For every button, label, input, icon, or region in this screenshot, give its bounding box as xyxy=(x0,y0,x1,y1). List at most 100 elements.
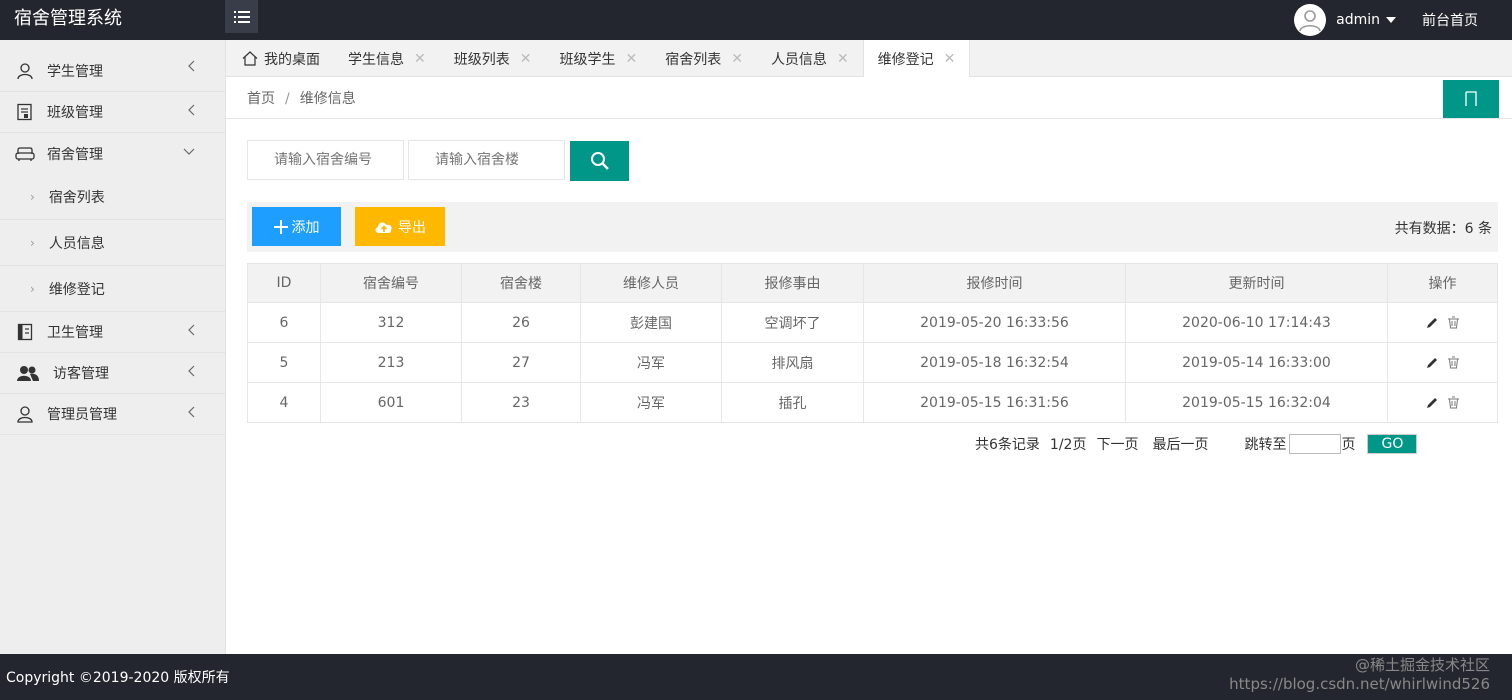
export-button[interactable]: 导出 xyxy=(355,207,445,246)
table-cell: 2019-05-15 16:32:04 xyxy=(1125,382,1388,423)
chevron-down-icon xyxy=(183,148,195,155)
sidebar-item-students[interactable]: 学生管理 xyxy=(0,40,225,92)
tab-class-students[interactable]: 班级学生 ✕ xyxy=(545,40,651,77)
table-cell: 2019-05-18 16:32:54 xyxy=(863,342,1126,383)
tab-repair-register[interactable]: 维修登记 ✕ xyxy=(862,40,971,77)
next-page-link[interactable]: 下一页 xyxy=(1096,434,1138,454)
cloud-upload-icon xyxy=(375,222,392,233)
column-header: 报修时间 xyxy=(863,263,1126,303)
search-button[interactable] xyxy=(570,141,629,181)
chevron-down-icon[interactable] xyxy=(1386,17,1396,23)
row-actions xyxy=(1388,343,1497,382)
row-actions xyxy=(1388,383,1497,422)
sidebar-subitem-label: 人员信息 xyxy=(48,235,105,252)
chevron-left-icon xyxy=(188,104,195,116)
username[interactable]: admin xyxy=(1336,12,1380,28)
close-icon[interactable]: ✕ xyxy=(520,51,532,67)
sidebar-item-label: 学生管理 xyxy=(47,63,103,80)
column-header: 操作 xyxy=(1387,263,1498,303)
tab-class-list[interactable]: 班级列表 ✕ xyxy=(440,40,546,77)
sidebar-item-label: 卫生管理 xyxy=(47,325,103,341)
column-header: 维修人员 xyxy=(580,263,722,303)
sidebar-subitem-personnel[interactable]: › 人员信息 xyxy=(0,220,225,266)
plus-icon xyxy=(273,219,288,234)
table-cell: 排风扇 xyxy=(721,342,864,383)
sidebar-item-visitors[interactable]: 访客管理 xyxy=(0,353,225,394)
table-cell: 23 xyxy=(461,382,581,423)
row-actions xyxy=(1388,303,1497,342)
jump-to-label: 跳转至 xyxy=(1244,437,1287,453)
tab-label: 维修登记 xyxy=(877,51,934,68)
chevron-right-icon: › xyxy=(30,189,35,204)
building-search-input[interactable] xyxy=(408,140,565,180)
last-page-link[interactable]: 最后一页 xyxy=(1152,434,1208,454)
tab-personnel-info[interactable]: 人员信息 ✕ xyxy=(757,40,863,77)
trash-icon[interactable] xyxy=(1447,356,1460,369)
tab-my-desktop[interactable]: 我的桌面 xyxy=(226,40,334,77)
breadcrumb-home[interactable]: 首页 xyxy=(247,91,275,107)
chevron-left-icon xyxy=(188,365,195,377)
tab-dorm-list[interactable]: 宿舍列表 ✕ xyxy=(651,40,757,77)
pagination: 共6条记录 1/2页 下一页 最后一页 跳转至 页 GO xyxy=(975,434,1418,454)
go-button[interactable]: GO xyxy=(1367,434,1418,454)
user-area: admin 前台首页 xyxy=(1294,0,1512,40)
tab-label: 人员信息 xyxy=(770,51,827,68)
jump-page-input[interactable] xyxy=(1289,434,1342,454)
breadcrumb-current: 维修信息 xyxy=(299,91,356,107)
front-page-link[interactable]: 前台首页 xyxy=(1422,10,1478,30)
chevron-left-icon xyxy=(188,406,195,418)
menu-toggle-button[interactable] xyxy=(225,0,258,33)
table-cell: 5 xyxy=(247,342,321,383)
close-icon[interactable]: ✕ xyxy=(944,51,956,67)
trash-icon[interactable] xyxy=(1447,396,1460,409)
app-title: 宿舍管理系统 xyxy=(14,8,122,29)
sidebar-item-label: 访客管理 xyxy=(53,366,109,382)
sidebar-item-dorms[interactable]: 宿舍管理 xyxy=(0,133,225,174)
close-icon[interactable]: ✕ xyxy=(731,51,743,67)
sidebar-item-label: 班级管理 xyxy=(47,105,103,121)
table-cell: 2020-06-10 17:14:43 xyxy=(1125,302,1388,343)
table-cell: 空调坏了 xyxy=(721,302,864,343)
breadcrumb-bar: 首页 / 维修信息 xyxy=(226,77,1512,119)
table-cell: 彭建国 xyxy=(580,302,722,343)
sidebar-item-label: 宿舍管理 xyxy=(47,146,103,163)
close-icon[interactable]: ✕ xyxy=(625,51,637,67)
add-button-label: 添加 xyxy=(291,219,320,236)
chevron-right-icon: › xyxy=(30,235,35,250)
dorm-number-search-input[interactable] xyxy=(247,140,404,180)
sidebar-item-admins[interactable]: 管理员管理 xyxy=(0,394,225,435)
breadcrumb-separator: / xyxy=(285,91,290,107)
tab-student-info[interactable]: 学生信息 ✕ xyxy=(334,40,440,77)
refresh-button[interactable] xyxy=(1443,80,1499,118)
home-icon xyxy=(242,51,258,66)
close-icon[interactable]: ✕ xyxy=(837,51,849,67)
operations-cell xyxy=(1387,382,1498,423)
sidebar-item-hygiene[interactable]: 卫生管理 xyxy=(0,312,225,353)
document-icon xyxy=(15,322,35,342)
sidebar-subitem-repairs[interactable]: › 维修登记 xyxy=(0,266,225,312)
table-cell: 插孔 xyxy=(721,382,864,423)
operations-cell xyxy=(1387,342,1498,383)
column-header: 宿舍楼 xyxy=(461,263,581,303)
table-cell: 213 xyxy=(320,342,462,383)
tab-label: 学生信息 xyxy=(348,51,404,68)
edit-icon[interactable] xyxy=(1426,316,1439,329)
table-cell: 2019-05-15 16:31:56 xyxy=(863,382,1126,423)
operations-cell xyxy=(1387,302,1498,343)
edit-icon[interactable] xyxy=(1426,396,1439,409)
close-icon[interactable]: ✕ xyxy=(414,51,426,67)
group-icon xyxy=(15,363,41,383)
trash-icon[interactable] xyxy=(1447,316,1460,329)
watermark: @稀土掘金技术社区 https://blog.csdn.net/whirlwin… xyxy=(1229,656,1490,694)
avatar[interactable] xyxy=(1294,4,1327,36)
sidebar-item-classes[interactable]: 班级管理 xyxy=(0,92,225,133)
search-icon xyxy=(590,152,609,170)
tab-label: 班级学生 xyxy=(559,51,616,68)
copyright-text: Copyright ©2019-2020 版权所有 xyxy=(6,670,230,686)
add-button[interactable]: 添加 xyxy=(252,207,341,246)
edit-icon[interactable] xyxy=(1426,356,1439,369)
sidebar-subitem-dorm-list[interactable]: › 宿舍列表 xyxy=(0,174,225,220)
table-cell: 2019-05-20 16:33:56 xyxy=(863,302,1126,343)
sidebar-subitem-label: 宿舍列表 xyxy=(48,189,105,206)
export-button-label: 导出 xyxy=(398,219,426,236)
